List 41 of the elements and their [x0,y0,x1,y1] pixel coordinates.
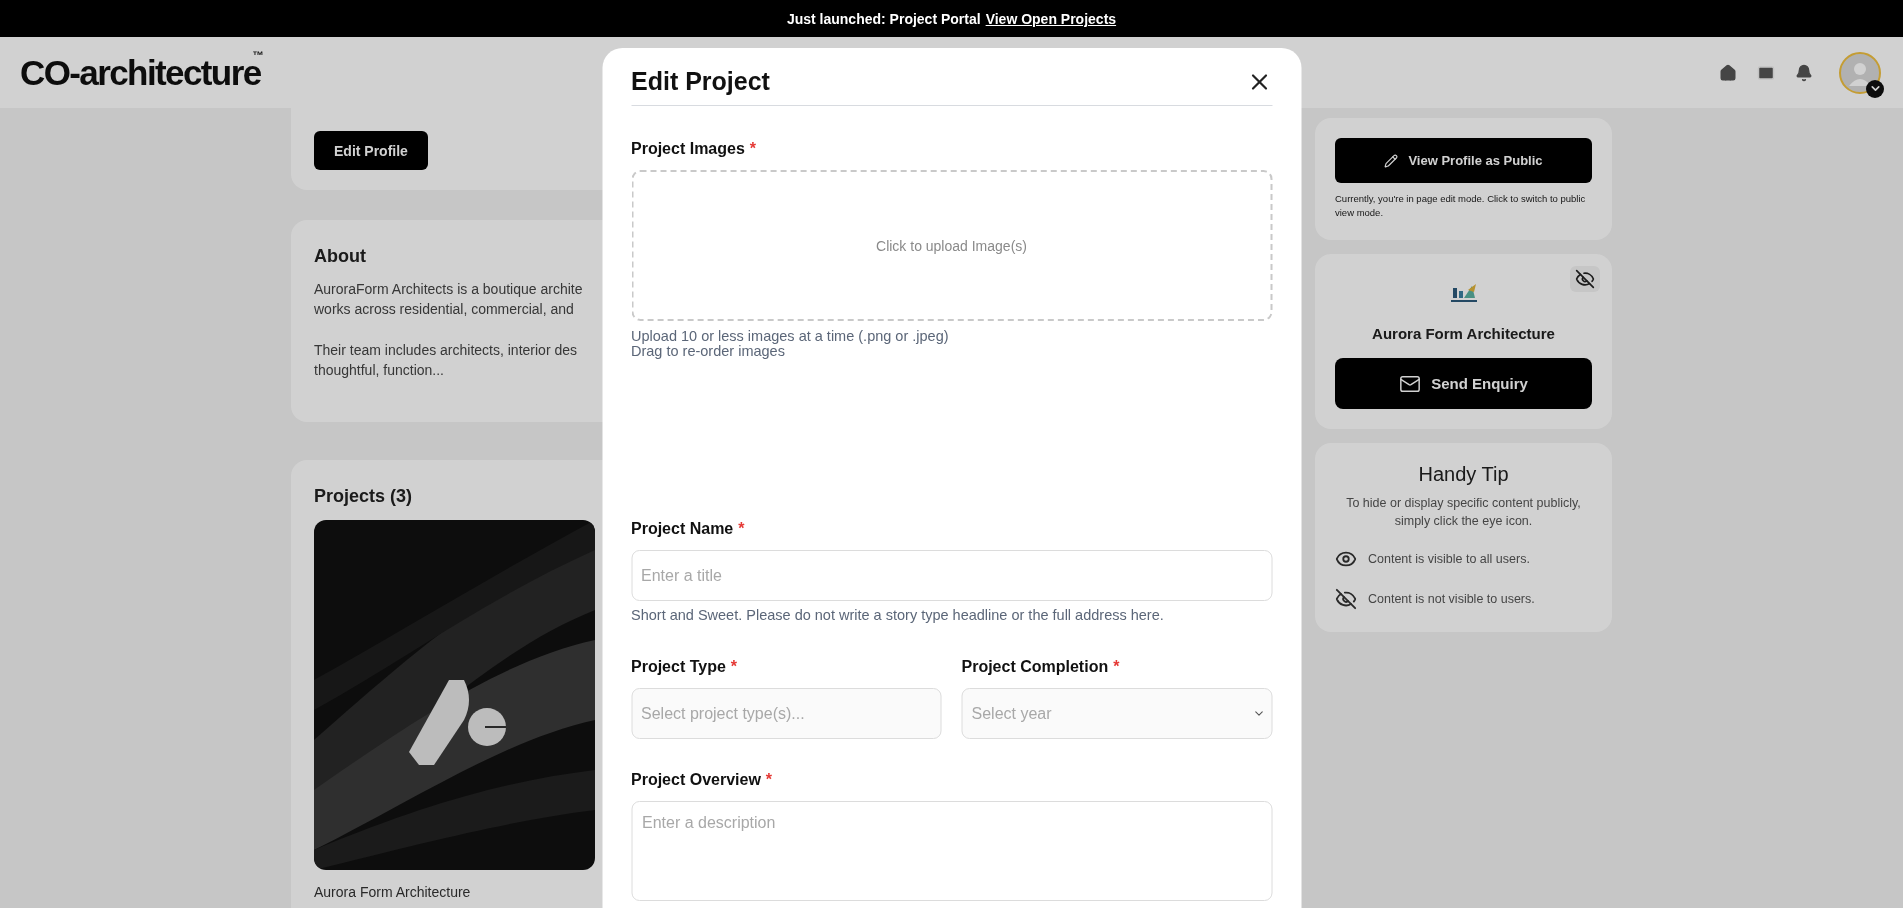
pencil-icon [1384,153,1399,168]
about-text: AuroraForm Architects is a boutique archite works across residential, commercial, and [314,280,583,319]
field-label: Project Type * [631,658,739,676]
legend-text: Content is visible to all users. [1368,552,1530,566]
tip-title: Handy Tip [1417,463,1510,486]
send-enquiry-button[interactable]: Send Enquiry [1335,358,1592,409]
field-label: Project Completion * [961,658,1121,676]
select-field[interactable]: Select project type(s)... [631,688,942,739]
eye-off-icon [1335,588,1357,610]
field-label: Project Images * [631,140,758,158]
dialog-title: Edit Project [631,67,770,96]
mode-note: Currently, you're in page edit mode. Click to switch to public view mode. [1335,192,1587,220]
required-mark: * [738,520,745,537]
textarea-field[interactable]: Enter a description [631,801,1272,901]
legend-text: Content is not visible to users. [1368,592,1535,606]
company-name: Aurora Form Architecture [1372,325,1555,342]
site-logo: CO-architecture™ [20,52,264,93]
about-text: Their team includes architects, interior des thoughtful, function... [314,341,577,380]
announcement-text: Just launched: Project Portal [786,10,981,27]
image-upload-area[interactable]: Click to upload Image(s) [631,170,1272,321]
help-text: Short and Sweet. Please do not write a story type headline or the full address here. [631,608,1165,623]
project-caption: Aurora Form Architecture [314,884,472,900]
edit-profile-button[interactable]: Edit Profile [314,131,428,170]
eye-off-toggle[interactable] [1570,266,1600,292]
tip-text: To hide or display specific content publicly, simply click the eye icon. [1345,495,1582,530]
field-label: Project Name * [631,520,746,538]
required-mark: * [749,140,757,157]
section-title: About [314,246,366,267]
home-icon[interactable] [1719,63,1737,82]
input-field[interactable]: Enter a title [631,550,1272,601]
bell-icon[interactable] [1795,63,1813,82]
logo-icon [1449,282,1478,304]
help-text: Upload 10 or less images at a time (.png or .jpeg) [631,329,950,344]
banner-link[interactable]: View Open Projects [985,10,1117,27]
required-mark: * [765,771,773,788]
section-title: Projects (3) [314,486,413,507]
required-mark: * [1113,658,1120,675]
field-label: Project Overview * [631,771,774,789]
help-text: Drag to re-order images [631,344,785,359]
view-public-button[interactable]: View Profile as Public [1335,138,1592,183]
required-mark: * [730,658,738,675]
